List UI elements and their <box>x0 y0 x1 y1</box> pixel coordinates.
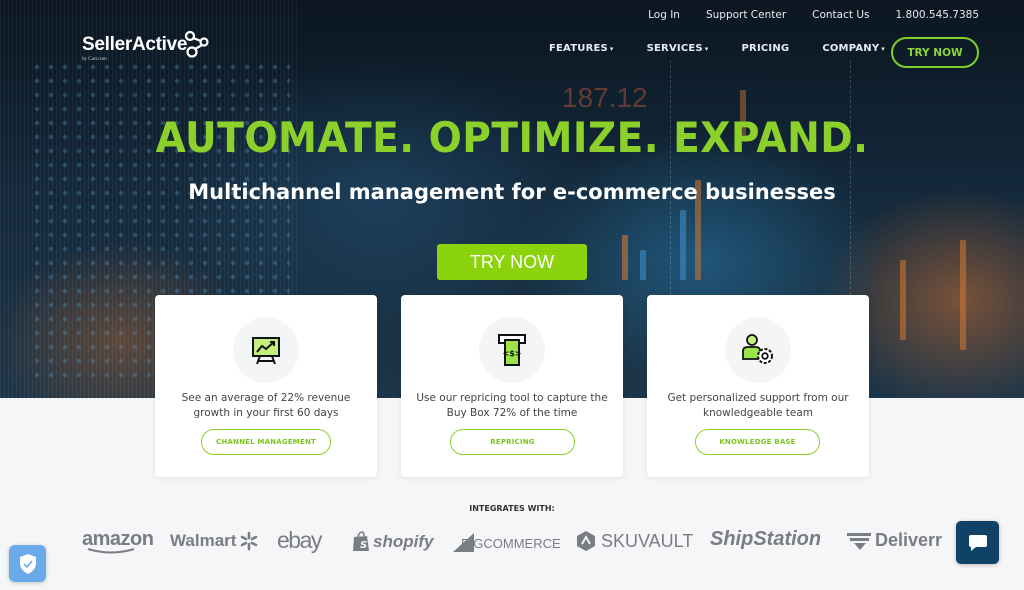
svg-text:S: S <box>360 540 367 551</box>
nav-label: SERVICES <box>646 43 703 54</box>
support-center-link[interactable]: Support Center <box>706 9 786 21</box>
nav-company[interactable]: COMPANY ▾ <box>822 43 885 54</box>
bigcommerce-logo: BIGCOMMERCE <box>453 533 561 553</box>
nav-services[interactable]: SERVICES ▾ <box>647 43 709 54</box>
caret-down-icon: ▾ <box>704 45 709 53</box>
hero-try-now-button[interactable]: TRY NOW <box>437 244 587 280</box>
shopify-logo: S shopify <box>352 531 433 552</box>
channel-management-button[interactable]: CHANNEL MANAGEMENT <box>201 429 331 455</box>
logo-text: Deliverr <box>875 530 943 550</box>
nav-pricing[interactable]: PRICING <box>742 43 790 54</box>
integrations-title: INTEGRATES WITH: <box>469 504 555 513</box>
utility-nav: Log In Support Center Contact Us 1.800.5… <box>648 9 979 21</box>
brand-nodes-icon <box>184 31 209 58</box>
main-nav: FEATURES ▾ SERVICES ▾ PRICING COMPANY ▾ <box>549 43 885 54</box>
icon-circle: <$> <box>479 317 545 383</box>
caret-down-icon: ▾ <box>609 45 614 53</box>
brand-tagline: by Cart.com <box>82 57 107 62</box>
feature-description: Use our repricing tool to capture the Bu… <box>416 392 608 419</box>
user-gear-icon <box>742 334 773 364</box>
brand-logo[interactable]: SellerActive by Cart.com <box>82 31 209 62</box>
logo-text: SKUVAULT <box>601 530 694 551</box>
feature-card-channel-management: See an average of 22% revenue growth in … <box>155 295 377 477</box>
shield-check-icon <box>19 553 36 574</box>
amazon-smile-icon <box>87 548 135 554</box>
nav-features[interactable]: FEATURES ▾ <box>549 43 614 54</box>
logo-text: Walmart <box>170 531 237 550</box>
nav-label: COMPANY <box>822 43 880 54</box>
logo-text: shopify <box>373 531 434 551</box>
hero-bg-candle <box>622 235 628 280</box>
feature-description: See an average of 22% revenue growth in … <box>181 392 351 419</box>
knowledge-base-button[interactable]: KNOWLEDGE BASE <box>695 429 820 455</box>
hero-bg-candle <box>640 250 646 280</box>
chat-button[interactable] <box>956 521 999 564</box>
ebay-logo: ebay <box>277 527 322 553</box>
hero-headline: AUTOMATE. OPTIMIZE. EXPAND. <box>155 113 869 162</box>
hero-bg-candle <box>680 210 686 280</box>
nav-try-now-button[interactable]: TRY NOW <box>891 37 979 68</box>
icon-circle <box>725 317 791 383</box>
security-badge-button[interactable] <box>9 545 46 582</box>
feature-description: Get personalized support from our knowle… <box>667 392 849 419</box>
login-link[interactable]: Log In <box>648 9 680 21</box>
amazon-logo: amazon <box>82 528 154 554</box>
cash-dispenser-icon: <$> <box>498 334 526 366</box>
hero-subheadline: Multichannel management for e-commerce b… <box>188 180 836 204</box>
hero-bg-candle <box>960 240 966 350</box>
walmart-spark-icon <box>241 531 258 551</box>
shopify-bag-icon: S <box>353 531 369 551</box>
chat-bubble-icon <box>968 534 987 551</box>
logo-text: BIGCOMMERCE <box>461 535 561 551</box>
feature-card-repricing: <$> Use our repricing tool to capture th… <box>401 295 623 477</box>
nav-label: FEATURES <box>549 43 608 54</box>
deliverr-logo: Deliverr <box>847 530 942 551</box>
brand-name: SellerActive <box>82 34 188 55</box>
svg-text:<$>: <$> <box>503 349 522 358</box>
hero-bg-candle <box>900 260 906 340</box>
feature-card-knowledge-base: Get personalized support from our knowle… <box>647 295 869 477</box>
presentation-chart-icon <box>252 337 280 365</box>
nav-label: PRICING <box>741 43 790 54</box>
icon-circle <box>233 317 299 383</box>
deliverr-icon <box>847 532 871 550</box>
shipstation-logo: ShipStation <box>710 528 822 550</box>
phone-link[interactable]: 1.800.545.7385 <box>896 9 980 21</box>
repricing-button[interactable]: REPRICING <box>450 429 575 455</box>
contact-us-link[interactable]: Contact Us <box>812 9 869 21</box>
skuvault-hex-icon <box>577 531 595 551</box>
walmart-logo: Walmart <box>170 531 259 551</box>
skuvault-logo: SKUVAULT <box>576 530 693 552</box>
hero-bg-ticker: 187.12 <box>562 82 648 113</box>
caret-down-icon: ▾ <box>881 45 885 53</box>
